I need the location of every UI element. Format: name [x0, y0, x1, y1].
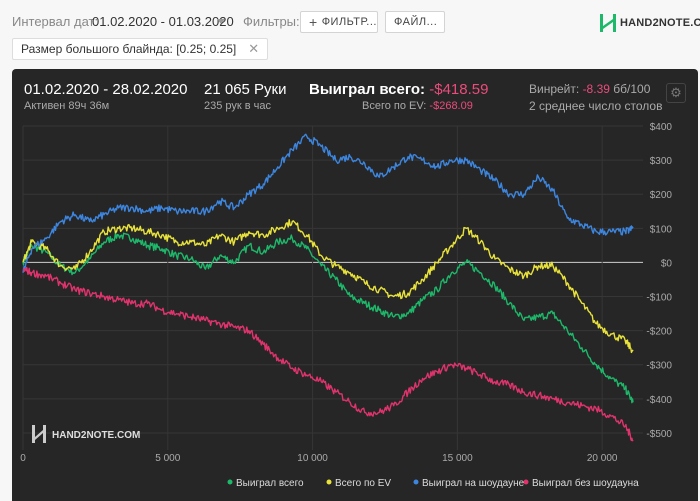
y-tick-label: -$500 [646, 429, 672, 440]
chevron-down-icon[interactable] [217, 19, 225, 24]
y-tick-label: $100 [650, 224, 673, 235]
x-tick-label: 0 [20, 453, 26, 464]
date-range-label: Интервал дат: [12, 14, 99, 29]
legend-label: Выиграл на шоудауне [422, 478, 525, 489]
legend-item-2[interactable]: Выиграл на шоудауне [413, 478, 525, 489]
y-tick-label: $200 [650, 190, 673, 201]
date-range-select[interactable]: 01.02.2020 - 01.03.2020 [92, 14, 234, 29]
x-tick-label: 20 000 [587, 453, 618, 464]
add-filter-label: ФИЛЬТР... [321, 16, 377, 28]
legend-label: Выиграл без шоудауна [532, 477, 639, 489]
legend-item-0[interactable]: Выиграл всего [227, 478, 305, 489]
graph-panel: 01.02.2020 - 28.02.2020 Активен 89ч 36м … [12, 69, 698, 501]
plus-icon: + [309, 14, 318, 30]
y-tick-label: -$300 [646, 361, 672, 372]
series-line-3 [22, 266, 634, 442]
hand2note-logo-text: HAND2NOTE.COM [620, 17, 700, 29]
add-filter-button[interactable]: + ФИЛЬТР... [300, 11, 378, 33]
file-button-label: ФАЙЛ... [394, 16, 438, 28]
legend-dot [326, 479, 332, 485]
legend-dot [523, 479, 529, 485]
hand2note-logo-icon [600, 14, 616, 32]
legend-label: Выиграл всего [236, 478, 304, 489]
hand2note-logo: HAND2NOTE.COM [600, 14, 700, 32]
legend-dot [227, 479, 233, 485]
y-tick-label: -$100 [646, 293, 672, 304]
watermark-text: HAND2NOTE.COM [52, 430, 140, 441]
legend-label: Всего по EV [335, 478, 391, 489]
active-filter-text: Размер большого блайнда: [0.25; 0.25] [21, 42, 237, 56]
y-tick-label: $0 [661, 258, 673, 269]
legend-item-1[interactable]: Всего по EV [326, 478, 392, 489]
bankroll-chart: $400 $300 $200 $100 $0 -$100 -$200 -$300 -$400 -$… [20, 122, 673, 489]
active-filter-chip[interactable]: Размер большого блайнда: [0.25; 0.25] ✕ [12, 38, 269, 60]
chart-watermark: HAND2NOTE.COM [32, 425, 140, 443]
close-icon[interactable]: ✕ [248, 41, 259, 57]
legend-dot [413, 479, 419, 485]
legend-item-3[interactable]: Выиграл без шоудауна [523, 477, 640, 489]
y-tick-label: $300 [650, 156, 673, 167]
y-tick-label: $400 [650, 122, 673, 133]
y-tick-label: -$200 [646, 327, 672, 338]
filter-bar: Интервал дат: 01.02.2020 - 01.03.2020 Фи… [0, 0, 700, 70]
x-tick-label: 10 000 [297, 453, 328, 464]
series-line-2 [22, 133, 634, 273]
filters-label: Фильтры: [243, 14, 300, 29]
y-tick-label: -$400 [646, 395, 672, 406]
x-tick-label: 15 000 [442, 453, 473, 464]
file-button[interactable]: ФАЙЛ... [385, 11, 445, 33]
x-tick-label: 5 000 [155, 453, 180, 464]
